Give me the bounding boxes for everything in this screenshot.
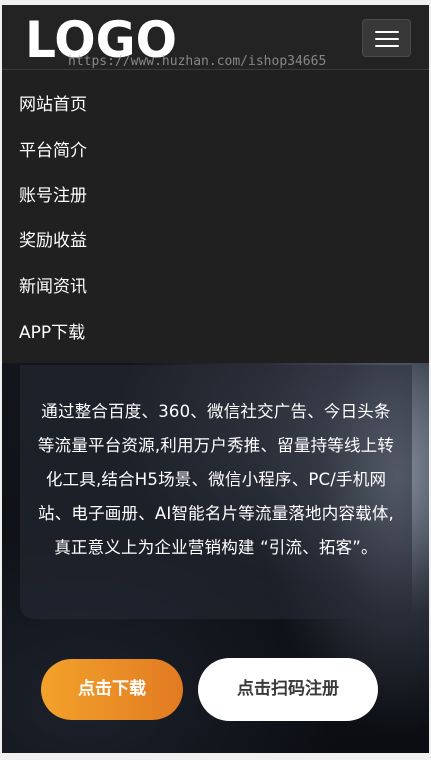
- hamburger-icon-bar: [375, 45, 399, 47]
- menu-toggle-button[interactable]: [362, 19, 411, 57]
- hamburger-icon-bar: [375, 31, 399, 33]
- nav-item-about[interactable]: 平台简介: [19, 136, 87, 166]
- hamburger-icon-bar: [375, 38, 399, 40]
- nav-item-app-download[interactable]: APP下载: [19, 318, 85, 348]
- page-frame: LOGO https://www.huzhan.com/ishop34665 网…: [2, 5, 429, 753]
- nav-item-rewards[interactable]: 奖励收益: [19, 226, 87, 256]
- site-header: LOGO: [2, 5, 429, 70]
- logo-text: LOGO: [25, 15, 177, 61]
- nav-item-home[interactable]: 网站首页: [19, 90, 87, 120]
- nav-menu: 网站首页 平台简介 账号注册 奖励收益 新闻资讯 APP下载: [2, 70, 429, 363]
- nav-item-news[interactable]: 新闻资讯: [19, 272, 87, 302]
- site-logo[interactable]: LOGO: [25, 15, 177, 61]
- download-button[interactable]: 点击下载: [41, 659, 183, 720]
- intro-card: 通过整合百度、360、微信社交广告、今日头条等流量平台资源,利用万户秀推、留量持…: [20, 365, 412, 619]
- scan-register-button[interactable]: 点击扫码注册: [198, 658, 378, 721]
- intro-text: 通过整合百度、360、微信社交广告、今日头条等流量平台资源,利用万户秀推、留量持…: [37, 402, 395, 557]
- nav-item-register[interactable]: 账号注册: [19, 181, 87, 211]
